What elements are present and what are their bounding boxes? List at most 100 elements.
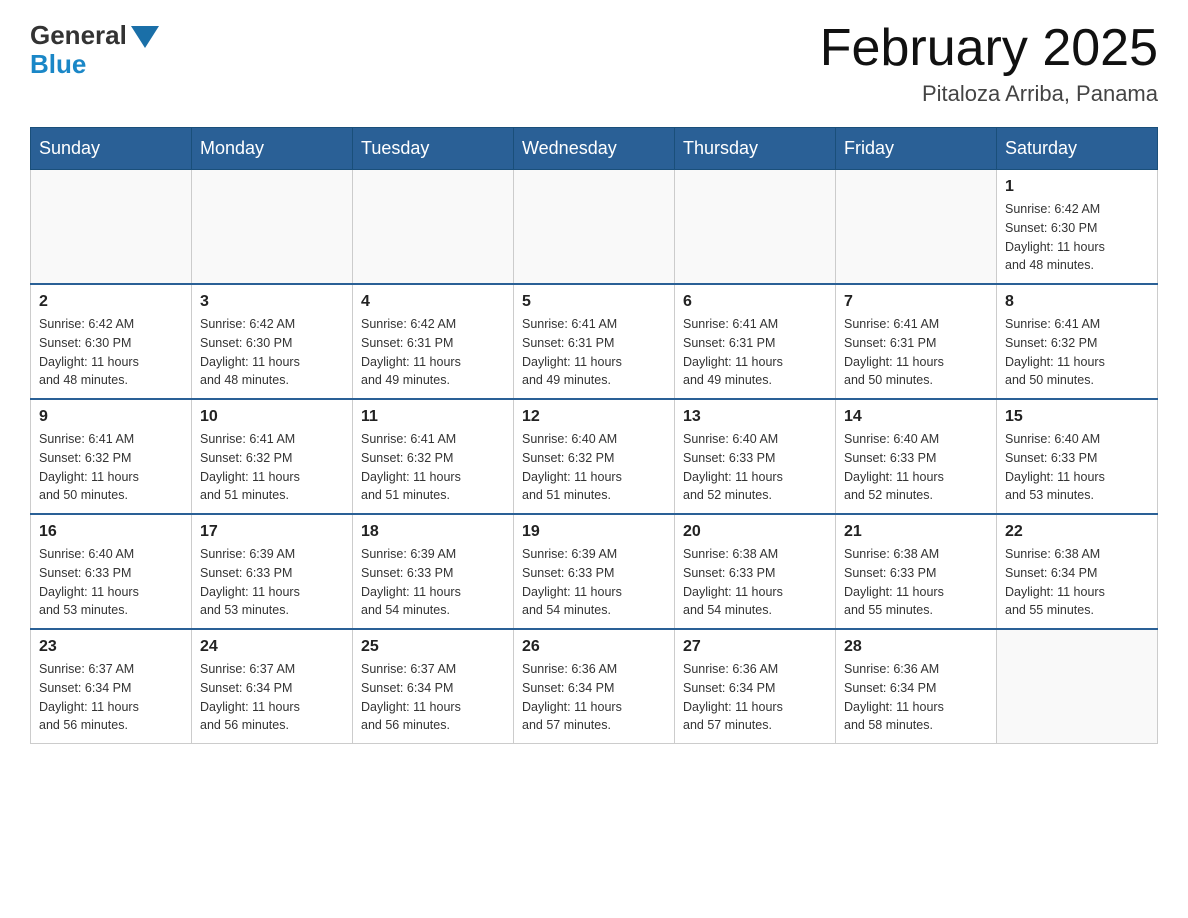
title-area: February 2025 Pitaloza Arriba, Panama: [820, 20, 1158, 107]
day-info: Sunrise: 6:37 AM Sunset: 6:34 PM Dayligh…: [200, 660, 344, 735]
day-number: 2: [39, 293, 183, 311]
calendar-cell: [675, 170, 836, 285]
day-number: 28: [844, 638, 988, 656]
calendar-cell: 5 Sunrise: 6:41 AM Sunset: 6:31 PM Daylig…: [514, 284, 675, 399]
day-info: Sunrise: 6:36 AM Sunset: 6:34 PM Dayligh…: [844, 660, 988, 735]
day-info: Sunrise: 6:42 AM Sunset: 6:31 PM Dayligh…: [361, 315, 505, 390]
calendar-cell: 3 Sunrise: 6:42 AM Sunset: 6:30 PM Daylig…: [192, 284, 353, 399]
day-number: 22: [1005, 523, 1149, 541]
calendar-week-row: 16 Sunrise: 6:40 AM Sunset: 6:33 PM Dayli…: [31, 514, 1158, 629]
calendar-cell: 11 Sunrise: 6:41 AM Sunset: 6:32 PM Dayli…: [353, 399, 514, 514]
calendar-cell: 23 Sunrise: 6:37 AM Sunset: 6:34 PM Dayli…: [31, 629, 192, 744]
day-info: Sunrise: 6:39 AM Sunset: 6:33 PM Dayligh…: [361, 545, 505, 620]
calendar-header-wednesday: Wednesday: [514, 128, 675, 170]
day-number: 25: [361, 638, 505, 656]
calendar-header-row: SundayMondayTuesdayWednesdayThursdayFrid…: [31, 128, 1158, 170]
day-number: 12: [522, 408, 666, 426]
calendar-cell: 20 Sunrise: 6:38 AM Sunset: 6:33 PM Dayli…: [675, 514, 836, 629]
day-info: Sunrise: 6:37 AM Sunset: 6:34 PM Dayligh…: [39, 660, 183, 735]
day-info: Sunrise: 6:38 AM Sunset: 6:34 PM Dayligh…: [1005, 545, 1149, 620]
day-number: 9: [39, 408, 183, 426]
day-number: 1: [1005, 178, 1149, 196]
day-info: Sunrise: 6:40 AM Sunset: 6:33 PM Dayligh…: [39, 545, 183, 620]
calendar-table: SundayMondayTuesdayWednesdayThursdayFrid…: [30, 127, 1158, 744]
day-number: 23: [39, 638, 183, 656]
calendar-header-thursday: Thursday: [675, 128, 836, 170]
calendar-cell: 14 Sunrise: 6:40 AM Sunset: 6:33 PM Dayli…: [836, 399, 997, 514]
day-info: Sunrise: 6:38 AM Sunset: 6:33 PM Dayligh…: [683, 545, 827, 620]
day-number: 5: [522, 293, 666, 311]
day-number: 15: [1005, 408, 1149, 426]
calendar-week-row: 23 Sunrise: 6:37 AM Sunset: 6:34 PM Dayli…: [31, 629, 1158, 744]
calendar-cell: 12 Sunrise: 6:40 AM Sunset: 6:32 PM Dayli…: [514, 399, 675, 514]
day-info: Sunrise: 6:41 AM Sunset: 6:31 PM Dayligh…: [683, 315, 827, 390]
calendar-cell: 2 Sunrise: 6:42 AM Sunset: 6:30 PM Daylig…: [31, 284, 192, 399]
calendar-cell: 16 Sunrise: 6:40 AM Sunset: 6:33 PM Dayli…: [31, 514, 192, 629]
day-number: 26: [522, 638, 666, 656]
page-header: General Blue February 2025 Pitaloza Arri…: [30, 20, 1158, 107]
day-info: Sunrise: 6:41 AM Sunset: 6:31 PM Dayligh…: [844, 315, 988, 390]
day-info: Sunrise: 6:41 AM Sunset: 6:31 PM Dayligh…: [522, 315, 666, 390]
calendar-cell: 15Sunrise: 6:40 AM Sunset: 6:33 PM Dayli…: [997, 399, 1158, 514]
logo-triangle-icon: [131, 26, 159, 48]
calendar-cell: 17Sunrise: 6:39 AM Sunset: 6:33 PM Dayli…: [192, 514, 353, 629]
day-info: Sunrise: 6:36 AM Sunset: 6:34 PM Dayligh…: [522, 660, 666, 735]
day-info: Sunrise: 6:42 AM Sunset: 6:30 PM Dayligh…: [200, 315, 344, 390]
calendar-header-sunday: Sunday: [31, 128, 192, 170]
day-number: 3: [200, 293, 344, 311]
day-number: 18: [361, 523, 505, 541]
day-number: 24: [200, 638, 344, 656]
calendar-cell: 13 Sunrise: 6:40 AM Sunset: 6:33 PM Dayli…: [675, 399, 836, 514]
day-number: 13: [683, 408, 827, 426]
calendar-cell: 1 Sunrise: 6:42 AM Sunset: 6:30 PM Daylig…: [997, 170, 1158, 285]
calendar-cell: [353, 170, 514, 285]
calendar-header-monday: Monday: [192, 128, 353, 170]
day-info: Sunrise: 6:37 AM Sunset: 6:34 PM Dayligh…: [361, 660, 505, 735]
day-info: Sunrise: 6:38 AM Sunset: 6:33 PM Dayligh…: [844, 545, 988, 620]
calendar-header-saturday: Saturday: [997, 128, 1158, 170]
calendar-week-row: 1 Sunrise: 6:42 AM Sunset: 6:30 PM Daylig…: [31, 170, 1158, 285]
day-number: 16: [39, 523, 183, 541]
calendar-cell: 26 Sunrise: 6:36 AM Sunset: 6:34 PM Dayli…: [514, 629, 675, 744]
day-info: Sunrise: 6:36 AM Sunset: 6:34 PM Dayligh…: [683, 660, 827, 735]
day-number: 10: [200, 408, 344, 426]
calendar-cell: 6 Sunrise: 6:41 AM Sunset: 6:31 PM Daylig…: [675, 284, 836, 399]
day-number: 7: [844, 293, 988, 311]
day-number: 4: [361, 293, 505, 311]
day-info: Sunrise: 6:39 AM Sunset: 6:33 PM Dayligh…: [522, 545, 666, 620]
calendar-cell: [836, 170, 997, 285]
day-info: Sunrise: 6:40 AM Sunset: 6:32 PM Dayligh…: [522, 430, 666, 505]
calendar-cell: 24 Sunrise: 6:37 AM Sunset: 6:34 PM Dayli…: [192, 629, 353, 744]
day-number: 19: [522, 523, 666, 541]
day-info: Sunrise: 6:41 AM Sunset: 6:32 PM Dayligh…: [39, 430, 183, 505]
day-info: Sunrise: 6:39 AM Sunset: 6:33 PM Dayligh…: [200, 545, 344, 620]
day-number: 20: [683, 523, 827, 541]
day-info: Sunrise: 6:42 AM Sunset: 6:30 PM Dayligh…: [1005, 200, 1149, 275]
day-info: Sunrise: 6:41 AM Sunset: 6:32 PM Dayligh…: [1005, 315, 1149, 390]
calendar-cell: 9 Sunrise: 6:41 AM Sunset: 6:32 PM Daylig…: [31, 399, 192, 514]
calendar-cell: [514, 170, 675, 285]
day-number: 14: [844, 408, 988, 426]
month-title: February 2025: [820, 20, 1158, 77]
calendar-header-friday: Friday: [836, 128, 997, 170]
calendar-cell: 19 Sunrise: 6:39 AM Sunset: 6:33 PM Dayli…: [514, 514, 675, 629]
calendar-cell: [997, 629, 1158, 744]
day-number: 11: [361, 408, 505, 426]
calendar-cell: [192, 170, 353, 285]
calendar-cell: 8Sunrise: 6:41 AM Sunset: 6:32 PM Daylig…: [997, 284, 1158, 399]
calendar-header-tuesday: Tuesday: [353, 128, 514, 170]
calendar-cell: 10Sunrise: 6:41 AM Sunset: 6:32 PM Dayli…: [192, 399, 353, 514]
day-number: 6: [683, 293, 827, 311]
logo: General Blue: [30, 20, 159, 80]
calendar-week-row: 9 Sunrise: 6:41 AM Sunset: 6:32 PM Daylig…: [31, 399, 1158, 514]
day-info: Sunrise: 6:41 AM Sunset: 6:32 PM Dayligh…: [361, 430, 505, 505]
calendar-cell: 28 Sunrise: 6:36 AM Sunset: 6:34 PM Dayli…: [836, 629, 997, 744]
calendar-cell: [31, 170, 192, 285]
day-info: Sunrise: 6:42 AM Sunset: 6:30 PM Dayligh…: [39, 315, 183, 390]
calendar-cell: 7 Sunrise: 6:41 AM Sunset: 6:31 PM Daylig…: [836, 284, 997, 399]
day-info: Sunrise: 6:40 AM Sunset: 6:33 PM Dayligh…: [683, 430, 827, 505]
calendar-cell: 22 Sunrise: 6:38 AM Sunset: 6:34 PM Dayli…: [997, 514, 1158, 629]
day-info: Sunrise: 6:40 AM Sunset: 6:33 PM Dayligh…: [844, 430, 988, 505]
location-title: Pitaloza Arriba, Panama: [820, 81, 1158, 107]
calendar-cell: 18 Sunrise: 6:39 AM Sunset: 6:33 PM Dayli…: [353, 514, 514, 629]
